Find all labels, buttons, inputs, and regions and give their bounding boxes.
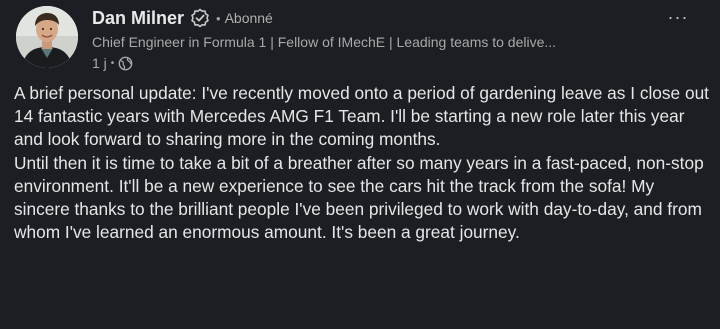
avatar[interactable] xyxy=(16,6,78,68)
post-timestamp-row: 1 j • xyxy=(92,54,682,72)
feed-post: Dan Milner • Abonné Chief Engineer in Fo… xyxy=(0,0,720,329)
follow-status: Abonné xyxy=(224,10,273,26)
post-time[interactable]: 1 j xyxy=(92,55,107,71)
post-paragraph: Until then it is time to take a bit of a… xyxy=(14,152,704,243)
author-name[interactable]: Dan Milner xyxy=(92,8,184,29)
more-icon: ··· xyxy=(667,7,689,27)
post-body: A brief personal update: I've recently m… xyxy=(14,82,710,244)
verified-badge-icon xyxy=(190,8,210,28)
author-meta: Dan Milner • Abonné Chief Engineer in Fo… xyxy=(92,6,682,72)
author-headline: Chief Engineer in Formula 1 | Fellow of … xyxy=(92,34,557,50)
author-name-row: Dan Milner • Abonné xyxy=(92,6,682,30)
globe-icon xyxy=(118,56,133,71)
separator-dot: • xyxy=(110,57,115,69)
separator-dot: • xyxy=(216,10,221,26)
more-options-button[interactable]: ··· xyxy=(664,7,692,28)
post-paragraph: A brief personal update: I've recently m… xyxy=(14,83,709,150)
post-header: Dan Milner • Abonné Chief Engineer in Fo… xyxy=(16,6,706,71)
